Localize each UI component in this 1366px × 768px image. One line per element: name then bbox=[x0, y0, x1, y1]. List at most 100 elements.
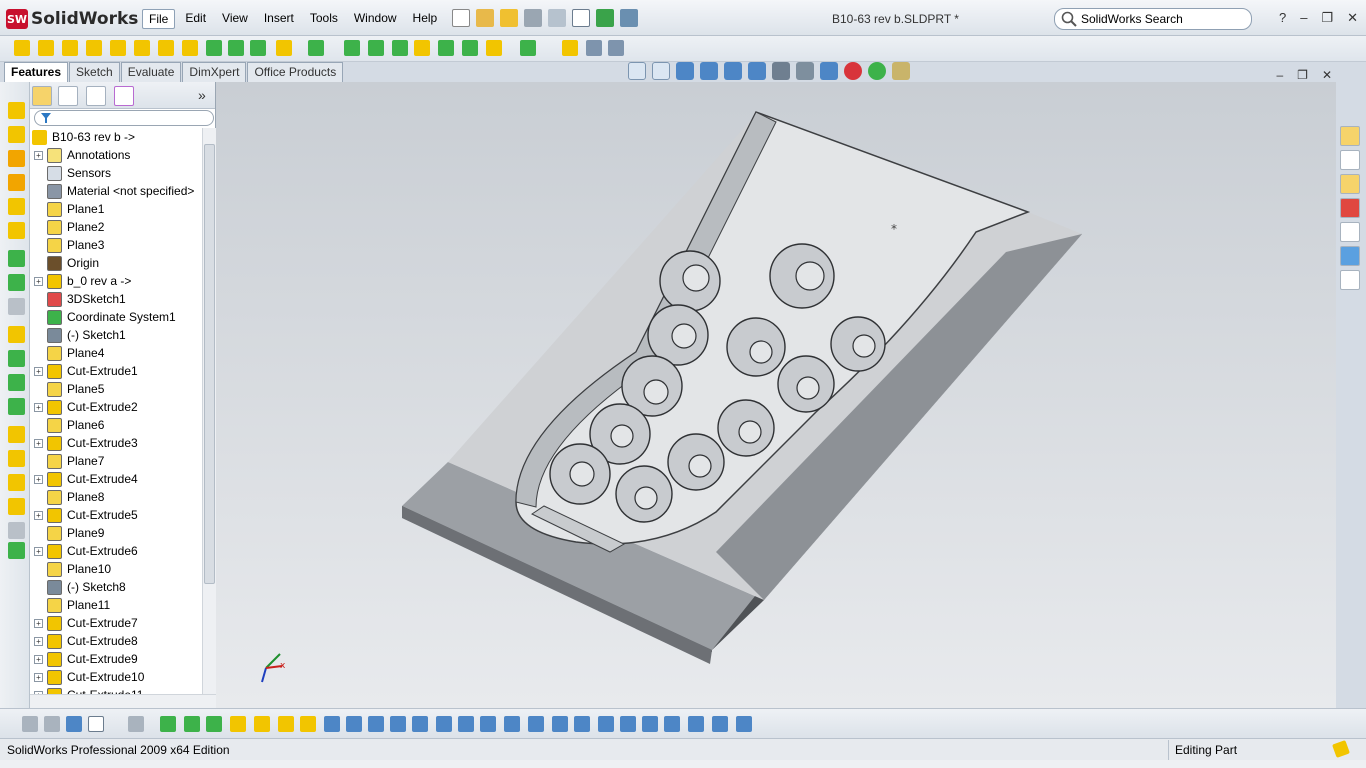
expand-icon[interactable]: + bbox=[34, 618, 43, 628]
tree-item[interactable]: + Cut-Extrude5 bbox=[34, 506, 138, 524]
convert-entities-icon[interactable] bbox=[412, 716, 428, 732]
offset-entities-icon[interactable] bbox=[390, 716, 406, 732]
tree-item[interactable]: Plane4 bbox=[34, 344, 104, 362]
mold-tools-icon[interactable] bbox=[8, 426, 25, 443]
menu-window[interactable]: Window bbox=[348, 9, 403, 29]
select-icon[interactable] bbox=[88, 716, 104, 732]
dynamic-annotation-icon[interactable] bbox=[724, 62, 742, 80]
home-icon[interactable] bbox=[1340, 126, 1360, 146]
menu-help[interactable]: Help bbox=[407, 9, 444, 29]
select-pointer-icon[interactable] bbox=[572, 9, 590, 27]
tree-horizontal-scrollbar[interactable] bbox=[30, 694, 216, 708]
tree-item[interactable]: +Cut-Extrude11 bbox=[34, 686, 143, 694]
undo-icon[interactable] bbox=[548, 9, 566, 27]
sketch-icon[interactable] bbox=[160, 716, 176, 732]
menu-insert[interactable]: Insert bbox=[258, 9, 300, 29]
move-face-icon[interactable] bbox=[586, 40, 602, 56]
menu-tools[interactable]: Tools bbox=[304, 9, 344, 29]
chamfer-icon[interactable] bbox=[8, 274, 25, 291]
tree-item[interactable]: + b_0 rev a -> bbox=[34, 272, 131, 290]
tag-icon[interactable] bbox=[1332, 740, 1350, 758]
property-manager-tab-icon[interactable] bbox=[58, 86, 78, 106]
move-entities-icon[interactable] bbox=[528, 716, 544, 732]
sweep-icon[interactable] bbox=[8, 174, 25, 191]
display-style-icon[interactable] bbox=[772, 62, 790, 80]
viewport-close-icon[interactable]: ✕ bbox=[1322, 68, 1332, 82]
layer-icon[interactable] bbox=[8, 126, 25, 143]
tree-item[interactable]: Sensors bbox=[34, 164, 111, 182]
split-line-icon[interactable] bbox=[608, 40, 624, 56]
centerline-icon[interactable] bbox=[346, 716, 362, 732]
graphics-area[interactable]: * x – ❐ ✕ bbox=[216, 62, 1336, 708]
tree-item[interactable]: + Annotations bbox=[34, 146, 130, 164]
scale-entities-icon[interactable] bbox=[598, 716, 614, 732]
viewport-minimize-icon[interactable]: – bbox=[1276, 68, 1283, 82]
zoom-to-area-icon[interactable] bbox=[652, 62, 670, 80]
sketch-fillet-icon[interactable] bbox=[368, 716, 384, 732]
circle-icon[interactable] bbox=[254, 716, 270, 732]
expand-icon[interactable]: + bbox=[34, 276, 43, 286]
lofted-boss-icon[interactable] bbox=[86, 40, 102, 56]
close-icon[interactable]: ✕ bbox=[1347, 10, 1358, 26]
filter-toggle-icon[interactable] bbox=[22, 716, 38, 732]
rib-icon[interactable] bbox=[250, 40, 266, 56]
revolve-icon[interactable] bbox=[8, 150, 25, 167]
view-orientation-icon[interactable] bbox=[748, 62, 766, 80]
configuration-manager-tab-icon[interactable] bbox=[86, 86, 106, 106]
design-library-icon[interactable] bbox=[1340, 150, 1360, 170]
appearance-icon[interactable] bbox=[844, 62, 862, 80]
minimize-icon[interactable]: – bbox=[1300, 10, 1307, 26]
menu-edit[interactable]: Edit bbox=[179, 9, 212, 29]
tree-item[interactable]: + Cut-Extrude2 bbox=[34, 398, 138, 416]
core-icon[interactable] bbox=[8, 474, 25, 491]
menu-view[interactable]: View bbox=[216, 9, 254, 29]
fillet-icon[interactable] bbox=[206, 40, 222, 56]
parting-line-icon[interactable] bbox=[8, 450, 25, 467]
tree-filter-input[interactable] bbox=[34, 110, 214, 126]
shell-icon[interactable] bbox=[308, 40, 324, 56]
extend-entities-icon[interactable] bbox=[458, 716, 474, 732]
tree-item[interactable]: + Cut-Extrude8 bbox=[34, 632, 138, 650]
mirror-entities-icon[interactable] bbox=[480, 716, 496, 732]
help-icon[interactable]: ? bbox=[1279, 10, 1286, 26]
loft-icon[interactable] bbox=[8, 198, 25, 215]
trim-entities-icon[interactable] bbox=[436, 716, 452, 732]
tree-item[interactable]: (-) Sketch1 bbox=[34, 326, 126, 344]
tree-item[interactable]: Plane9 bbox=[34, 524, 104, 542]
tree-item[interactable]: Origin bbox=[34, 254, 99, 272]
previous-view-icon[interactable] bbox=[676, 62, 694, 80]
freeform-icon[interactable] bbox=[438, 40, 454, 56]
tree-item[interactable]: (-) Sketch8 bbox=[34, 578, 126, 596]
expand-icon[interactable]: + bbox=[34, 672, 43, 682]
instant3d-icon[interactable] bbox=[562, 40, 578, 56]
tree-item[interactable]: + Cut-Extrude9 bbox=[34, 650, 138, 668]
tree-item[interactable]: + Cut-Extrude3 bbox=[34, 434, 138, 452]
deform-icon[interactable] bbox=[462, 40, 478, 56]
part-model[interactable]: * x bbox=[216, 82, 1336, 708]
restore-icon[interactable]: ❐ bbox=[1321, 10, 1333, 26]
rebuild-icon[interactable] bbox=[500, 9, 518, 27]
wrap-icon[interactable] bbox=[392, 40, 408, 56]
display-relations-icon[interactable] bbox=[620, 716, 636, 732]
expand-icon[interactable]: + bbox=[34, 510, 43, 520]
expand-icon[interactable]: + bbox=[34, 546, 43, 556]
tree-scroll-thumb[interactable] bbox=[204, 144, 215, 584]
swept-cut-icon[interactable] bbox=[158, 40, 174, 56]
tree-item[interactable]: + Cut-Extrude4 bbox=[34, 470, 138, 488]
filter-vertices-icon[interactable] bbox=[44, 716, 60, 732]
tree-item[interactable]: Plane7 bbox=[34, 452, 104, 470]
expand-icon[interactable]: + bbox=[34, 150, 43, 160]
tab-features[interactable]: Features bbox=[4, 62, 69, 82]
rapid-sketch-icon[interactable] bbox=[688, 716, 704, 732]
extruded-boss-icon[interactable] bbox=[14, 40, 30, 56]
split-icon[interactable] bbox=[8, 542, 25, 559]
tab-evaluate[interactable]: Evaluate bbox=[120, 62, 182, 82]
feature-tree-tab-icon[interactable] bbox=[32, 86, 52, 106]
expand-panel-icon[interactable]: » bbox=[198, 87, 206, 103]
tree-item[interactable]: Plane2 bbox=[34, 218, 104, 236]
fillet-left-icon[interactable] bbox=[8, 250, 25, 267]
tree-item[interactable]: Plane8 bbox=[34, 488, 104, 506]
tab-dimxpert[interactable]: DimXpert bbox=[182, 62, 247, 82]
options-icon[interactable] bbox=[620, 9, 638, 27]
search-results-icon[interactable] bbox=[1340, 198, 1360, 218]
